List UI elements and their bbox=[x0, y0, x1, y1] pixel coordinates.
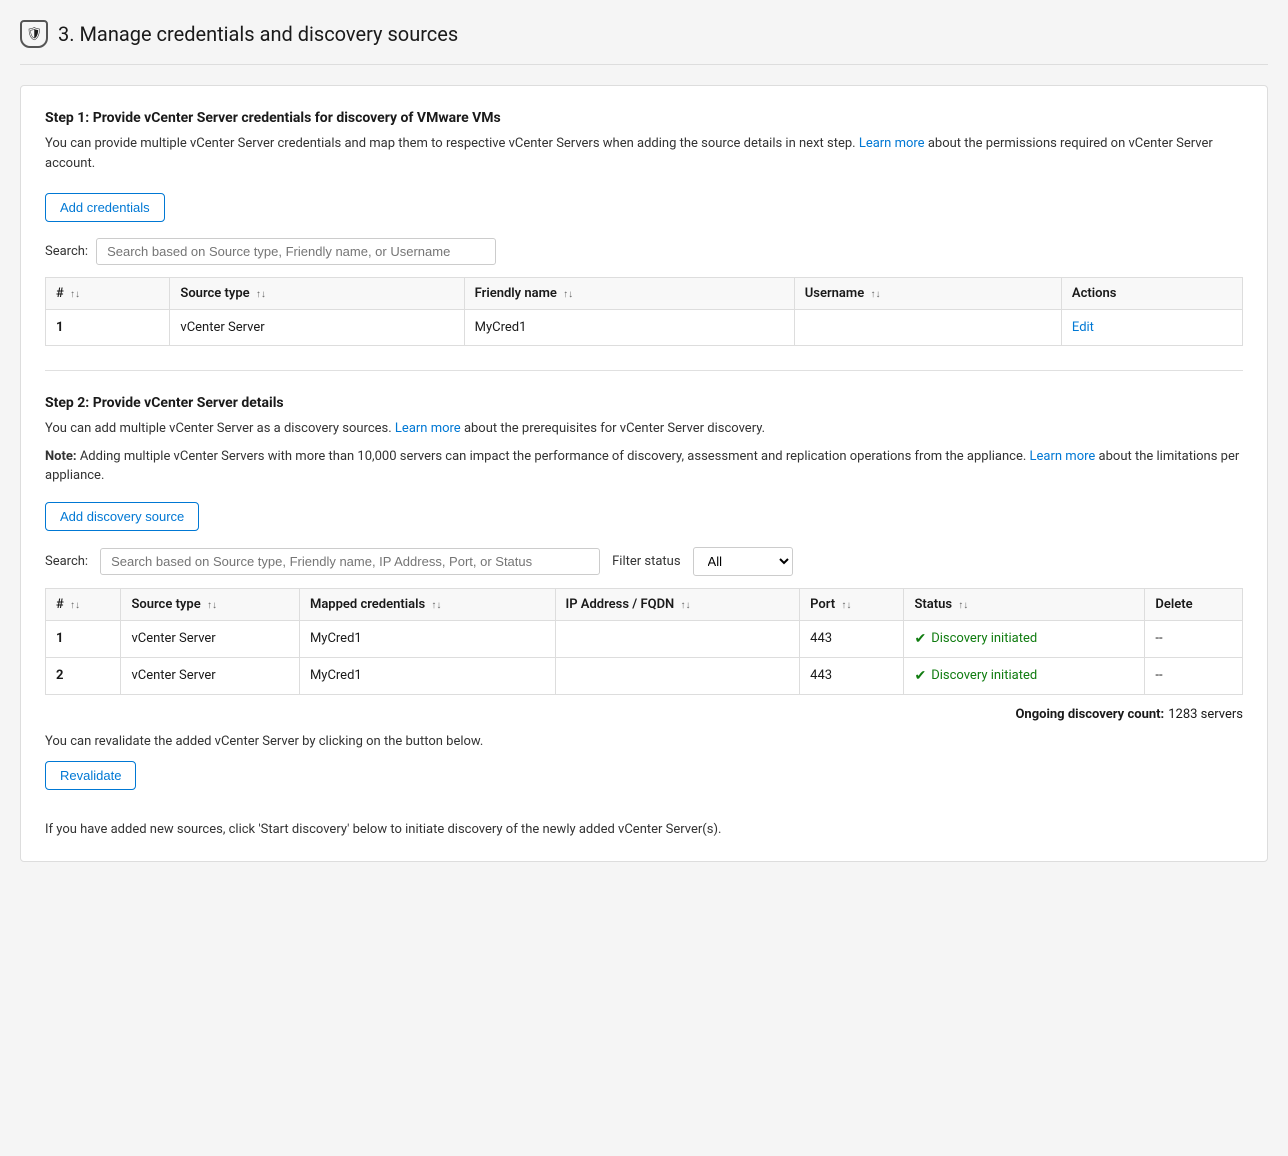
table-row: 2 vCenter Server MyCred1 443 ✔ Discovery… bbox=[46, 657, 1243, 694]
step1-section: Step 1: Provide vCenter Server credentia… bbox=[45, 110, 1243, 346]
step2-learn-more[interactable]: Learn more bbox=[395, 421, 461, 436]
page-title: 3. Manage credentials and discovery sour… bbox=[58, 22, 458, 46]
main-card: Step 1: Provide vCenter Server credentia… bbox=[20, 85, 1268, 862]
status-text: Discovery initiated bbox=[931, 631, 1037, 646]
ds-source-type: vCenter Server bbox=[121, 620, 299, 657]
cred-num: 1 bbox=[46, 310, 170, 346]
check-icon: ✔ bbox=[914, 668, 926, 684]
step2-section: Step 2: Provide vCenter Server details Y… bbox=[45, 395, 1243, 837]
step2-desc2: about the prerequisites for vCenter Serv… bbox=[464, 421, 765, 436]
step2-search-input[interactable] bbox=[100, 548, 600, 575]
ds-num: 2 bbox=[46, 657, 121, 694]
step1-desc-text: You can provide multiple vCenter Server … bbox=[45, 136, 856, 151]
step1-search-row: Search: bbox=[45, 238, 1243, 265]
step2-desc: You can add multiple vCenter Server as a… bbox=[45, 419, 1243, 439]
discovery-table-body: 1 vCenter Server MyCred1 443 ✔ Discovery… bbox=[46, 620, 1243, 694]
sort-icon-friendly: ↑↓ bbox=[563, 289, 573, 300]
ds-mapped-creds: MyCred1 bbox=[299, 657, 555, 694]
shield-icon: 🛡 bbox=[20, 20, 48, 48]
col-source-type: Source type ↑↓ bbox=[170, 278, 464, 310]
ongoing-discovery-row: Ongoing discovery count: 1283 servers bbox=[45, 707, 1243, 722]
note-text: Adding multiple vCenter Servers with mor… bbox=[80, 449, 1026, 464]
ongoing-value: 1283 servers bbox=[1168, 707, 1243, 722]
cred-source-type: vCenter Server bbox=[170, 310, 464, 346]
note-learn-more[interactable]: Learn more bbox=[1030, 449, 1096, 464]
ds-status: ✔ Discovery initiated bbox=[904, 657, 1145, 694]
ds-col-status: Status ↑↓ bbox=[904, 588, 1145, 620]
step2-filter-row: Search: Filter status All Initiated Erro… bbox=[45, 547, 1243, 576]
step1-search-label: Search: bbox=[45, 244, 88, 259]
ds-col-delete: Delete bbox=[1145, 588, 1243, 620]
ds-col-source-type: Source type ↑↓ bbox=[121, 588, 299, 620]
step1-desc: You can provide multiple vCenter Server … bbox=[45, 134, 1243, 173]
step2-title: Step 2: Provide vCenter Server details bbox=[45, 395, 1243, 411]
ds-sort-creds: ↑↓ bbox=[431, 600, 441, 611]
ds-sort-port: ↑↓ bbox=[841, 600, 851, 611]
table-row: 1 vCenter Server MyCred1 Edit bbox=[46, 310, 1243, 346]
ds-col-ip: IP Address / FQDN ↑↓ bbox=[555, 588, 800, 620]
col-username: Username ↑↓ bbox=[794, 278, 1061, 310]
page-header: 🛡 3. Manage credentials and discovery so… bbox=[20, 20, 1268, 65]
revalidate-button[interactable]: Revalidate bbox=[45, 761, 136, 790]
ds-col-mapped-creds: Mapped credentials ↑↓ bbox=[299, 588, 555, 620]
ongoing-label: Ongoing discovery count: bbox=[1015, 707, 1164, 722]
add-credentials-button[interactable]: Add credentials bbox=[45, 193, 165, 222]
ds-mapped-creds: MyCred1 bbox=[299, 620, 555, 657]
bottom-note: If you have added new sources, click 'St… bbox=[45, 822, 1243, 837]
discovery-table-head: # ↑↓ Source type ↑↓ Mapped credentials ↑… bbox=[46, 588, 1243, 620]
ds-delete: -- bbox=[1145, 657, 1243, 694]
ds-ip bbox=[555, 657, 800, 694]
step2-note: Note: Adding multiple vCenter Servers wi… bbox=[45, 447, 1243, 486]
credentials-table-body: 1 vCenter Server MyCred1 Edit bbox=[46, 310, 1243, 346]
col-actions: Actions bbox=[1061, 278, 1242, 310]
ds-col-port: Port ↑↓ bbox=[800, 588, 904, 620]
ds-sort-source: ↑↓ bbox=[207, 600, 217, 611]
add-discovery-source-button[interactable]: Add discovery source bbox=[45, 502, 199, 531]
check-icon: ✔ bbox=[914, 631, 926, 647]
filter-status-select[interactable]: All Initiated Error Stopped bbox=[693, 547, 793, 576]
ds-status: ✔ Discovery initiated bbox=[904, 620, 1145, 657]
ds-sort-status: ↑↓ bbox=[958, 600, 968, 611]
step2-search-label: Search: bbox=[45, 554, 88, 569]
sort-icon-username: ↑↓ bbox=[870, 289, 880, 300]
cred-action: Edit bbox=[1061, 310, 1242, 346]
ds-port: 443 bbox=[800, 657, 904, 694]
credentials-table-head: # ↑↓ Source type ↑↓ Friendly name ↑↓ U bbox=[46, 278, 1243, 310]
ds-source-type: vCenter Server bbox=[121, 657, 299, 694]
table-row: 1 vCenter Server MyCred1 443 ✔ Discovery… bbox=[46, 620, 1243, 657]
discovery-table: # ↑↓ Source type ↑↓ Mapped credentials ↑… bbox=[45, 588, 1243, 695]
ds-sort-ip: ↑↓ bbox=[680, 600, 690, 611]
ds-sort-num: ↑↓ bbox=[70, 600, 80, 611]
step1-learn-more[interactable]: Learn more bbox=[859, 136, 925, 151]
section-divider bbox=[45, 370, 1243, 371]
step1-search-input[interactable] bbox=[96, 238, 496, 265]
note-label: Note: bbox=[45, 449, 77, 464]
col-num: # ↑↓ bbox=[46, 278, 170, 310]
edit-link[interactable]: Edit bbox=[1072, 320, 1094, 335]
ds-delete: -- bbox=[1145, 620, 1243, 657]
sort-icon-num: ↑↓ bbox=[70, 289, 80, 300]
ds-ip bbox=[555, 620, 800, 657]
revalidate-desc: You can revalidate the added vCenter Ser… bbox=[45, 734, 1243, 749]
ds-port: 443 bbox=[800, 620, 904, 657]
credentials-table: # ↑↓ Source type ↑↓ Friendly name ↑↓ U bbox=[45, 277, 1243, 346]
ds-col-num: # ↑↓ bbox=[46, 588, 121, 620]
sort-icon-source: ↑↓ bbox=[256, 289, 266, 300]
step2-desc-text: You can add multiple vCenter Server as a… bbox=[45, 421, 392, 436]
filter-status-label: Filter status bbox=[612, 554, 680, 569]
cred-username bbox=[794, 310, 1061, 346]
col-friendly-name: Friendly name ↑↓ bbox=[464, 278, 794, 310]
cred-friendly-name: MyCred1 bbox=[464, 310, 794, 346]
step1-title: Step 1: Provide vCenter Server credentia… bbox=[45, 110, 1243, 126]
status-text: Discovery initiated bbox=[931, 668, 1037, 683]
ds-num: 1 bbox=[46, 620, 121, 657]
